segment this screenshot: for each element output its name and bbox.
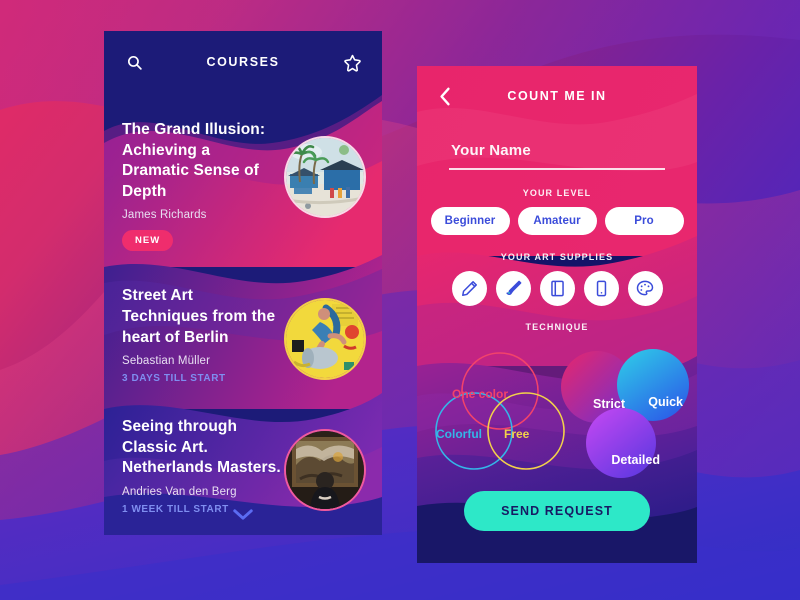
status-badge: NEW bbox=[122, 230, 174, 252]
signup-body: COUNT ME IN YOUR LEVEL Beginner Amateur … bbox=[417, 66, 697, 531]
header-spacer bbox=[657, 84, 681, 108]
level-option-amateur[interactable]: Amateur bbox=[517, 206, 597, 235]
supplies-label: YOUR ART SUPPLIES bbox=[500, 251, 614, 262]
screenshot-canvas: COURSES The Grand Illusion: Achieving a … bbox=[0, 0, 800, 600]
level-section: YOUR LEVEL Beginner Amateur Pro bbox=[417, 188, 697, 235]
search-icon[interactable] bbox=[122, 50, 146, 74]
send-request-button[interactable]: SEND REQUEST bbox=[464, 490, 650, 531]
technique-section: TECHNIQUE One color Colorful Free Strict… bbox=[417, 322, 697, 483]
street-art-mural bbox=[286, 300, 364, 379]
venn-circle-free[interactable] bbox=[487, 391, 565, 470]
courses-header: COURSES bbox=[104, 31, 382, 93]
course-title: The Grand Illusion: Achieving a Dramatic… bbox=[122, 121, 266, 200]
paintbrush-icon[interactable] bbox=[495, 270, 531, 306]
technique-blob-detailed[interactable] bbox=[586, 407, 656, 478]
technique-label: TECHNIQUE bbox=[525, 321, 589, 332]
name-underline bbox=[449, 168, 665, 170]
level-label: YOUR LEVEL bbox=[522, 187, 592, 198]
venn-circle-one-color[interactable] bbox=[461, 351, 539, 430]
supplies-options bbox=[417, 270, 697, 306]
page-title: COURSES bbox=[206, 55, 280, 69]
tablet-icon[interactable] bbox=[583, 270, 619, 306]
list-item[interactable]: The Grand Illusion: Achieving a Dramatic… bbox=[104, 120, 382, 252]
technique-options: One color Colorful Free Strict Quick Det… bbox=[417, 341, 697, 483]
course-thumbnail[interactable] bbox=[284, 298, 366, 381]
tropical-village-watercolor bbox=[286, 138, 364, 216]
venn-diagram bbox=[435, 351, 565, 470]
supplies-section: YOUR ART SUPPLIES bbox=[417, 252, 697, 306]
courses-screen: COURSES The Grand Illusion: Achieving a … bbox=[104, 31, 382, 535]
list-item[interactable]: Street Art Techniques from the heart of … bbox=[104, 286, 382, 384]
level-option-beginner[interactable]: Beginner bbox=[430, 206, 510, 235]
list-item[interactable]: Seeing through Classic Art. Netherlands … bbox=[104, 417, 382, 515]
star-icon[interactable] bbox=[340, 50, 364, 74]
chevron-left-icon[interactable] bbox=[433, 84, 457, 108]
page-title: COUNT ME IN bbox=[507, 89, 607, 103]
course-title: Seeing through Classic Art. Netherlands … bbox=[122, 418, 281, 477]
palette-icon[interactable] bbox=[627, 270, 663, 306]
museum-visitor-painting bbox=[286, 431, 364, 510]
sketchbook-icon[interactable] bbox=[539, 270, 575, 306]
venn-circle-colorful[interactable] bbox=[435, 391, 513, 470]
name-input[interactable] bbox=[449, 142, 665, 168]
signup-header: COUNT ME IN bbox=[417, 66, 697, 126]
course-title: Street Art Techniques from the heart of … bbox=[122, 287, 276, 346]
signup-screen: COUNT ME IN YOUR LEVEL Beginner Amateur … bbox=[417, 66, 697, 563]
name-field[interactable] bbox=[449, 142, 665, 170]
course-thumbnail[interactable] bbox=[284, 136, 366, 218]
level-option-pro[interactable]: Pro bbox=[604, 206, 684, 235]
submit-row: SEND REQUEST bbox=[417, 490, 697, 531]
technique-blobs bbox=[561, 348, 689, 478]
course-thumbnail[interactable] bbox=[284, 429, 366, 512]
level-options: Beginner Amateur Pro bbox=[417, 206, 697, 235]
pencil-icon[interactable] bbox=[451, 270, 487, 306]
chevron-down-icon[interactable] bbox=[104, 508, 382, 526]
